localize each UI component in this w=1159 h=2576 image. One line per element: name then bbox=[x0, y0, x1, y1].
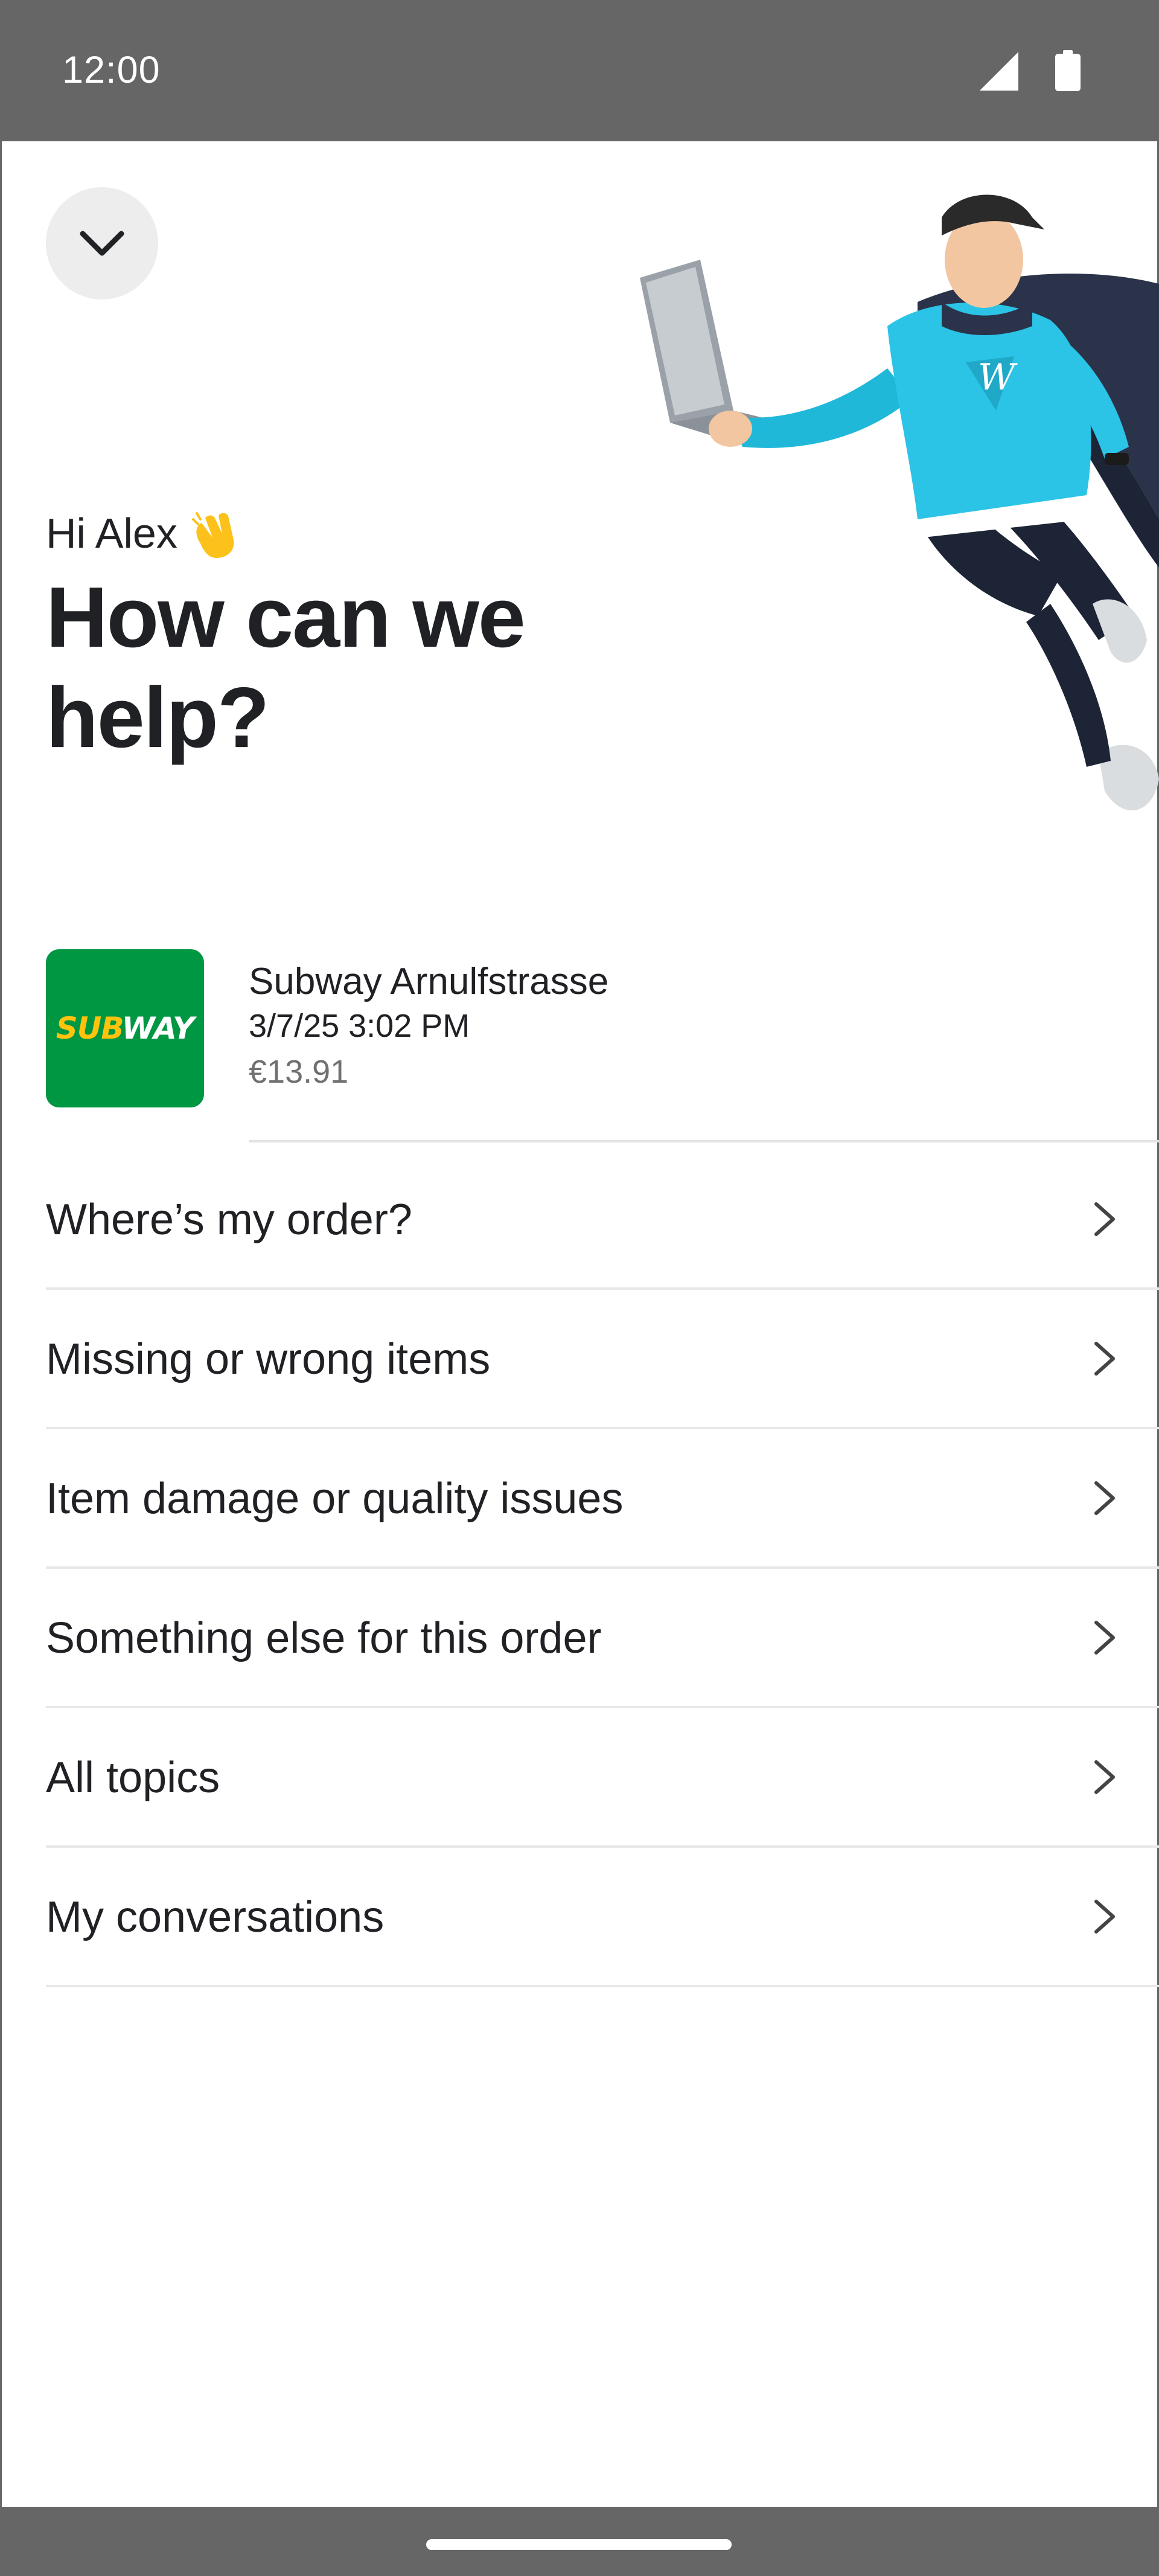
greeting-text: Hi Alex bbox=[46, 510, 177, 557]
waving-hand-icon bbox=[191, 512, 234, 558]
order-restaurant-name: Subway Arnulfstrasse bbox=[249, 961, 609, 1002]
divider bbox=[46, 1985, 1159, 1987]
svg-text:W: W bbox=[978, 356, 1018, 399]
order-date: 3/7/25 3:02 PM bbox=[249, 1008, 470, 1044]
chevron-right-icon bbox=[1094, 1481, 1115, 1515]
divider bbox=[46, 1566, 1159, 1569]
status-time: 12:00 bbox=[62, 49, 161, 91]
sheet-edge-left bbox=[0, 141, 2, 2507]
menu-item-label: Missing or wrong items bbox=[46, 1335, 491, 1383]
status-bar: 12:00 bbox=[0, 0, 1159, 141]
menu-item-wheres-my-order[interactable]: Where’s my order? bbox=[46, 1151, 1159, 1290]
courier-illustration: W bbox=[640, 194, 1159, 811]
menu-item-label: Item damage or quality issues bbox=[46, 1475, 624, 1523]
home-indicator[interactable] bbox=[426, 2539, 732, 2550]
battery-icon bbox=[1055, 50, 1081, 91]
page-title: How can we help? bbox=[46, 569, 526, 766]
order-card[interactable]: SUBWAY Subway Arnulfstrasse 3/7/25 3:02 … bbox=[46, 949, 1159, 1107]
logo-text-way: WAY bbox=[121, 1011, 195, 1046]
menu-item-all-topics[interactable]: All topics bbox=[46, 1709, 1159, 1848]
chevron-right-icon bbox=[1094, 1900, 1115, 1934]
collapse-button[interactable] bbox=[46, 187, 158, 300]
signal-icon bbox=[980, 52, 1018, 91]
menu-item-missing-wrong-items[interactable]: Missing or wrong items bbox=[46, 1290, 1159, 1429]
chevron-down-icon bbox=[80, 231, 124, 256]
divider bbox=[46, 1706, 1159, 1708]
divider bbox=[46, 1427, 1159, 1429]
logo-wordmark: SUBWAY bbox=[56, 1011, 195, 1046]
menu-item-something-else[interactable]: Something else for this order bbox=[46, 1569, 1159, 1708]
divider bbox=[46, 1845, 1159, 1848]
menu-item-label: My conversations bbox=[46, 1893, 385, 1941]
chevron-right-icon bbox=[1094, 1202, 1115, 1236]
restaurant-logo: SUBWAY bbox=[46, 949, 204, 1107]
menu-item-damage-quality[interactable]: Item damage or quality issues bbox=[46, 1430, 1159, 1569]
greeting: Hi Alex bbox=[46, 507, 240, 559]
order-price: €13.91 bbox=[249, 1054, 349, 1090]
logo-text-sub: SUB bbox=[56, 1011, 123, 1046]
chevron-right-icon bbox=[1094, 1621, 1115, 1655]
menu-item-my-conversations[interactable]: My conversations bbox=[46, 1848, 1159, 1987]
menu-item-label: Something else for this order bbox=[46, 1614, 602, 1662]
chevron-right-icon bbox=[1094, 1760, 1115, 1794]
chevron-right-icon bbox=[1094, 1342, 1115, 1376]
divider bbox=[46, 1287, 1159, 1290]
support-screen: 12:00 W Hi Alex How can we help? SUBWAY … bbox=[0, 0, 1159, 2576]
divider bbox=[249, 1140, 1159, 1142]
menu-item-label: All topics bbox=[46, 1754, 220, 1802]
menu-item-label: Where’s my order? bbox=[46, 1196, 412, 1244]
